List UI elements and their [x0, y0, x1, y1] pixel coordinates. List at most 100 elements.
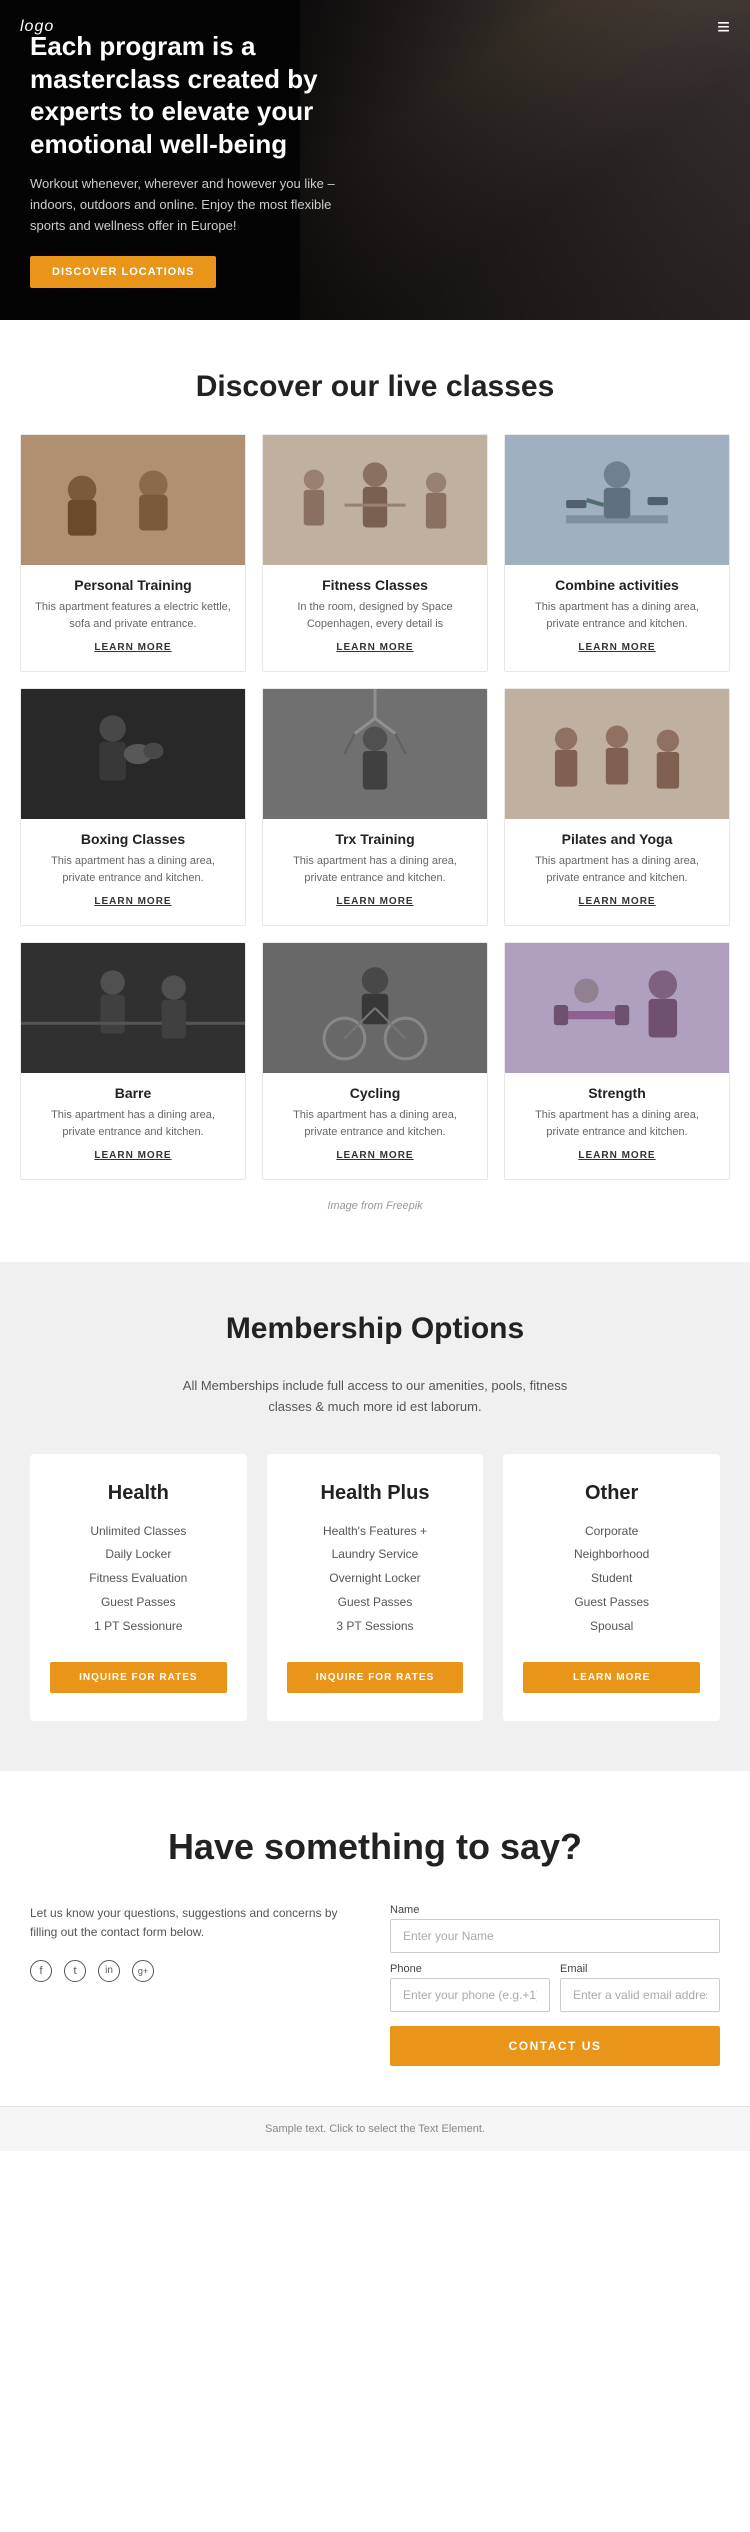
class-card-combine: Combine activities This apartment has a …: [504, 434, 730, 672]
class-name-8: Strength: [519, 1085, 715, 1101]
class-card-strength: Strength This apartment has a dining are…: [504, 942, 730, 1180]
membership-feature-hp3: Overnight Locker: [287, 1570, 464, 1587]
membership-feature-hp1: Health's Features +: [287, 1523, 464, 1540]
class-desc-8: This apartment has a dining area, privat…: [519, 1107, 715, 1140]
membership-feature-o3: Student: [523, 1570, 700, 1587]
membership-card-health: Health Unlimited Classes Daily Locker Fi…: [30, 1454, 247, 1721]
class-image-combine: [505, 435, 729, 565]
membership-feature-h3: Fitness Evaluation: [50, 1570, 227, 1587]
footer-sample-text: Sample text. Click to select the Text El…: [0, 2106, 750, 2151]
class-image-strength: [505, 943, 729, 1073]
class-card-cycling: Cycling This apartment has a dining area…: [262, 942, 488, 1180]
contact-description: Let us know your questions, suggestions …: [30, 1904, 360, 1942]
class-card-fitness: Fitness Classes In the room, designed by…: [262, 434, 488, 672]
social-facebook-icon[interactable]: f: [30, 1960, 52, 1982]
social-google-icon[interactable]: g+: [132, 1960, 154, 1982]
class-image-fitness: [263, 435, 487, 565]
membership-btn-2[interactable]: LEARN MORE: [523, 1662, 700, 1693]
membership-btn-1[interactable]: INQUIRE FOR RATES: [287, 1662, 464, 1693]
class-desc-3: This apartment has a dining area, privat…: [35, 853, 231, 886]
membership-feature-hp5: 3 PT Sessions: [287, 1618, 464, 1635]
contact-submit-button[interactable]: CONTACT US: [390, 2026, 720, 2066]
contact-form: Name Phone Email CONTACT US: [390, 1904, 720, 2066]
social-instagram-icon[interactable]: in: [98, 1960, 120, 1982]
navbar: logo ≡: [0, 0, 750, 54]
membership-feature-h5: 1 PT Sessionure: [50, 1618, 227, 1635]
learn-more-3[interactable]: LEARN MORE: [35, 896, 231, 907]
membership-btn-0[interactable]: INQUIRE FOR RATES: [50, 1662, 227, 1693]
membership-plan-title-0: Health: [50, 1482, 227, 1505]
membership-feature-o5: Spousal: [523, 1618, 700, 1635]
email-field-group: Email: [560, 1963, 720, 2012]
class-desc-0: This apartment features a electric kettl…: [35, 599, 231, 632]
class-desc-7: This apartment has a dining area, privat…: [277, 1107, 473, 1140]
phone-label: Phone: [390, 1963, 550, 1975]
membership-feature-o1: Corporate: [523, 1523, 700, 1540]
class-desc-2: This apartment has a dining area, privat…: [519, 599, 715, 632]
class-card-personal-training: Personal Training This apartment feature…: [20, 434, 246, 672]
class-image-trx: [263, 689, 487, 819]
social-twitter-icon[interactable]: t: [64, 1960, 86, 1982]
phone-input[interactable]: [390, 1978, 550, 2012]
name-input[interactable]: [390, 1919, 720, 1953]
learn-more-5[interactable]: LEARN MORE: [519, 896, 715, 907]
contact-left: Let us know your questions, suggestions …: [30, 1904, 360, 1982]
classes-grid: Personal Training This apartment feature…: [20, 434, 730, 1180]
class-name-6: Barre: [35, 1085, 231, 1101]
hero-section: logo ≡ Each program is a masterclass cre…: [0, 0, 750, 320]
class-card-boxing: Boxing Classes This apartment has a dini…: [20, 688, 246, 926]
membership-grid: Health Unlimited Classes Daily Locker Fi…: [30, 1454, 720, 1721]
phone-email-row: Phone Email: [390, 1963, 720, 2012]
email-input[interactable]: [560, 1978, 720, 2012]
class-name-7: Cycling: [277, 1085, 473, 1101]
membership-plan-title-2: Other: [523, 1482, 700, 1505]
membership-feature-o4: Guest Passes: [523, 1594, 700, 1611]
learn-more-4[interactable]: LEARN MORE: [277, 896, 473, 907]
social-icons: f t in g+: [30, 1960, 360, 1982]
freepik-note: Image from Freepik: [20, 1200, 730, 1212]
contact-section: Have something to say? Let us know your …: [0, 1771, 750, 2106]
class-image-barre: [21, 943, 245, 1073]
learn-more-7[interactable]: LEARN MORE: [277, 1150, 473, 1161]
class-desc-5: This apartment has a dining area, privat…: [519, 853, 715, 886]
membership-feature-hp2: Laundry Service: [287, 1546, 464, 1563]
membership-plan-title-1: Health Plus: [287, 1482, 464, 1505]
class-card-pilates: Pilates and Yoga This apartment has a di…: [504, 688, 730, 926]
membership-card-health-plus: Health Plus Health's Features + Laundry …: [267, 1454, 484, 1721]
membership-feature-hp4: Guest Passes: [287, 1594, 464, 1611]
learn-more-2[interactable]: LEARN MORE: [519, 642, 715, 653]
membership-feature-h2: Daily Locker: [50, 1546, 227, 1563]
class-card-trx: Trx Training This apartment has a dining…: [262, 688, 488, 926]
membership-feature-o2: Neighborhood: [523, 1546, 700, 1563]
learn-more-0[interactable]: LEARN MORE: [35, 642, 231, 653]
menu-icon[interactable]: ≡: [717, 14, 730, 40]
membership-feature-h4: Guest Passes: [50, 1594, 227, 1611]
membership-subtitle: All Memberships include full access to o…: [165, 1376, 585, 1418]
class-name-1: Fitness Classes: [277, 577, 473, 593]
contact-title: Have something to say?: [30, 1826, 720, 1868]
membership-section: Membership Options All Memberships inclu…: [0, 1262, 750, 1771]
class-image-cycling: [263, 943, 487, 1073]
live-classes-title: Discover our live classes: [20, 370, 730, 404]
class-desc-6: This apartment has a dining area, privat…: [35, 1107, 231, 1140]
hero-description: Workout whenever, wherever and however y…: [30, 174, 350, 236]
learn-more-1[interactable]: LEARN MORE: [277, 642, 473, 653]
email-label: Email: [560, 1963, 720, 1975]
learn-more-8[interactable]: LEARN MORE: [519, 1150, 715, 1161]
class-name-4: Trx Training: [277, 831, 473, 847]
logo: logo: [20, 18, 54, 36]
membership-feature-h1: Unlimited Classes: [50, 1523, 227, 1540]
class-desc-1: In the room, designed by Space Copenhage…: [277, 599, 473, 632]
class-image-boxing: [21, 689, 245, 819]
learn-more-6[interactable]: LEARN MORE: [35, 1150, 231, 1161]
live-classes-section: Discover our live classes Personal Train…: [0, 320, 750, 1262]
class-name-3: Boxing Classes: [35, 831, 231, 847]
membership-title: Membership Options: [30, 1312, 720, 1346]
discover-locations-button[interactable]: DISCOVER LOCATIONS: [30, 256, 216, 288]
class-name-0: Personal Training: [35, 577, 231, 593]
contact-layout: Let us know your questions, suggestions …: [30, 1904, 720, 2066]
class-card-barre: Barre This apartment has a dining area, …: [20, 942, 246, 1180]
class-name-5: Pilates and Yoga: [519, 831, 715, 847]
class-name-2: Combine activities: [519, 577, 715, 593]
name-label: Name: [390, 1904, 720, 1916]
